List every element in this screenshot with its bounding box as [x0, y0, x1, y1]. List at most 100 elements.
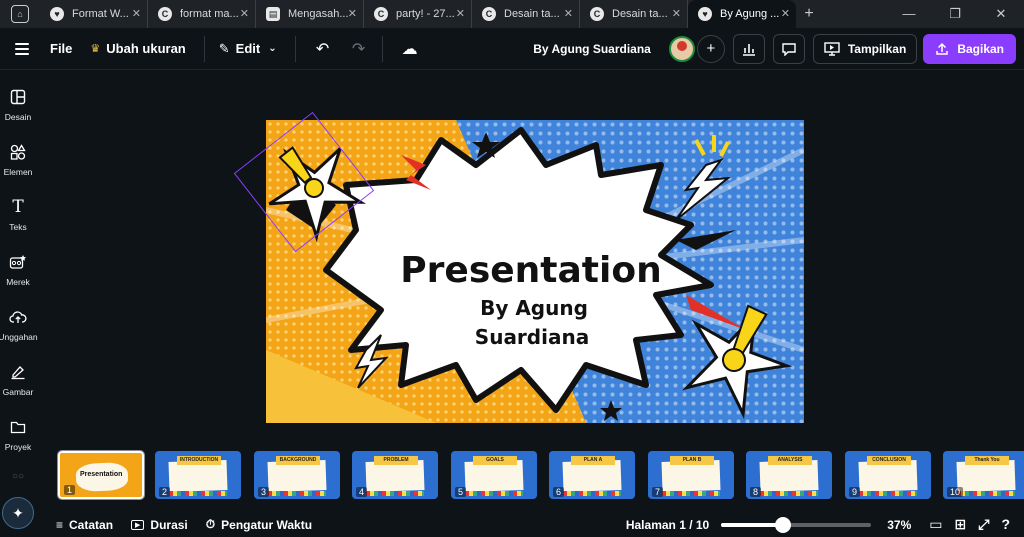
page-thumbnail[interactable]: GOALS 5 [451, 451, 537, 499]
zoom-slider-handle[interactable] [774, 516, 791, 533]
close-tab-icon[interactable]: ✕ [132, 7, 141, 20]
chevron-down-icon: ⌄ [268, 43, 277, 54]
slide-subtitle-line2[interactable]: Suardiana [475, 325, 589, 349]
sidebar-item-design[interactable]: Desain [0, 72, 36, 127]
resize-label: Ubah ukuran [106, 41, 186, 56]
thumbnail-decoration [957, 491, 1015, 496]
page-indicator[interactable]: Halaman 1 / 10 [626, 518, 709, 532]
slide-title[interactable]: Presentation [400, 250, 661, 291]
page-thumbnail[interactable]: INTRODUCTION 2 [155, 451, 241, 499]
browser-tab[interactable]: ▤ Mengasah... ✕ [256, 0, 364, 28]
restore-icon[interactable]: ❐ [932, 6, 978, 22]
thumbnail-number: 10 [947, 487, 964, 497]
editor-toolbar: File ♛ Ubah ukuran ✎ Edit ⌄ ↶ ↷ ☁ By Agung … [0, 28, 1024, 70]
play-icon: ▶ [131, 519, 145, 530]
close-tab-icon[interactable]: ✕ [348, 7, 357, 20]
undo-icon: ↶ [315, 40, 330, 58]
edit-label: Edit [235, 41, 261, 56]
sidebar-item-uploads[interactable]: Unggahan [0, 292, 38, 347]
pages-view-icon[interactable]: ▭ [929, 516, 942, 533]
cloud-icon: ☁ [401, 40, 418, 58]
design-title[interactable]: By Agung Suardiana [533, 42, 651, 56]
sidebar-item-text[interactable]: T Teks [0, 182, 36, 237]
thumbnail-number: 4 [356, 487, 368, 497]
invite-button[interactable]: + [696, 34, 725, 63]
sidebar-item-draw[interactable]: Gambar [0, 347, 36, 402]
sidebar-item-brand[interactable]: Merek [0, 237, 36, 292]
duration-button[interactable]: ▶ Durasi [131, 518, 188, 532]
shapes-icon [9, 143, 27, 161]
page-thumbnail[interactable]: PLAN A 6 [549, 451, 635, 499]
toolbar-divider [294, 35, 296, 62]
menu-icon[interactable] [0, 28, 44, 70]
present-label: Tampilkan [847, 41, 907, 56]
browser-tab[interactable]: ♥ Format W... ✕ [40, 0, 148, 28]
browser-tab[interactable]: ♥ By Agung ... ✕ [688, 0, 796, 28]
help-icon[interactable]: ? [1001, 516, 1010, 533]
sidebar-item-label: Elemen [3, 167, 33, 177]
notes-label: Catatan [69, 517, 114, 532]
page-thumbnail[interactable]: PLAN B 7 [648, 451, 734, 499]
zoom-slider[interactable] [721, 516, 872, 533]
tab-favicon-icon: C [374, 7, 388, 21]
timer-button[interactable]: ⏱ Pengatur Waktu [206, 517, 312, 532]
slide-subtitle-line1[interactable]: By Agung [480, 296, 588, 320]
zoom-percentage[interactable]: 37% [887, 518, 911, 532]
upload-cloud-icon [9, 308, 27, 326]
page-thumbnail[interactable]: CONCLUSION 9 [845, 451, 931, 499]
draw-icon [9, 363, 27, 381]
sidebar-item-label: Unggahan [0, 332, 38, 342]
insights-button[interactable] [732, 33, 765, 64]
close-tab-icon[interactable]: ✕ [672, 7, 681, 20]
duration-label: Durasi [150, 517, 188, 532]
timer-icon: ⏱ [205, 517, 216, 531]
comment-button[interactable] [772, 33, 805, 64]
thumbnail-title: PLAN A [571, 456, 615, 465]
thumbnail-number: 3 [258, 487, 270, 497]
edit-button[interactable]: ✎ Edit ⌄ [219, 41, 277, 57]
page-thumbnail[interactable]: PROBLEM 4 [352, 451, 438, 499]
page-thumbnail[interactable]: ANALYSIS 8 [746, 451, 832, 499]
browser-tab[interactable]: Cformat ma... ✕ [148, 0, 256, 28]
tab-label: party! - 27... [396, 8, 455, 20]
cloud-save-button[interactable]: ☁ [397, 36, 423, 62]
present-button[interactable]: Tampilkan [812, 33, 918, 64]
close-tab-icon[interactable]: ✕ [564, 7, 573, 20]
sidebar-item-elements[interactable]: Elemen [0, 127, 36, 182]
file-menu-button[interactable]: File [50, 41, 72, 56]
new-tab-button[interactable]: + [796, 5, 822, 23]
thumbnail-number: 1 [64, 485, 76, 495]
browser-tab[interactable]: C Desain ta... ✕ [472, 0, 580, 28]
thumbnail-decoration [465, 491, 523, 496]
tab-label: Format W... [72, 8, 129, 20]
brand-icon [9, 253, 27, 271]
share-button[interactable]: Bagikan [923, 33, 1016, 64]
close-window-icon[interactable]: ✕ [978, 6, 1024, 22]
tab-favicon-icon: ♥ [50, 7, 64, 21]
text-icon: T [12, 197, 24, 217]
thumbnail-title: Thank You [965, 456, 1009, 465]
close-tab-icon[interactable]: ✕ [781, 7, 790, 20]
page-thumbnail[interactable]: Presentation 1 [57, 450, 145, 500]
avatar[interactable] [668, 35, 695, 62]
browser-tab[interactable]: Cparty! - 27... ✕ [364, 0, 472, 28]
tab-favicon-icon: C [158, 7, 172, 21]
notes-button[interactable]: ≡ Catatan [56, 518, 113, 532]
close-tab-icon[interactable]: ✕ [456, 7, 465, 20]
home-button[interactable]: ⌂ [0, 0, 40, 28]
undo-button[interactable]: ↶ [310, 36, 336, 62]
thumbnail-decoration [760, 491, 818, 496]
page-thumbnail[interactable]: BACKGROUND 3 [254, 451, 340, 499]
plus-icon: + [706, 40, 716, 57]
thumbnail-title: INTRODUCTION [177, 456, 221, 465]
grid-view-icon[interactable]: ⊞ [955, 516, 967, 533]
thumbnail-title: PROBLEM [374, 456, 418, 465]
browser-tab[interactable]: C Desain ta... ✕ [580, 0, 688, 28]
page-thumbnail[interactable]: Thank You 10 [943, 451, 1024, 499]
tab-favicon-icon: C [590, 7, 604, 21]
minimize-icon[interactable]: — [886, 6, 932, 22]
fullscreen-icon[interactable]: ⤢ [978, 516, 989, 533]
resize-button[interactable]: ♛ Ubah ukuran [90, 41, 185, 56]
close-tab-icon[interactable]: ✕ [240, 7, 249, 20]
redo-button[interactable]: ↷ [346, 36, 372, 62]
